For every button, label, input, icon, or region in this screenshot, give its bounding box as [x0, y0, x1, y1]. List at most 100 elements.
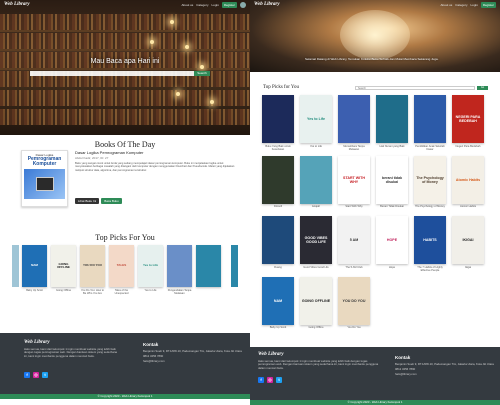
book-cover[interactable]: TALES — [109, 245, 134, 287]
book-card[interactable]: START WITH WHY Start With Why — [338, 155, 370, 212]
book-title[interactable]: Berani Tidak Disukai — [376, 205, 408, 211]
brand-logo[interactable]: Web Library — [254, 2, 280, 7]
instagram-icon[interactable]: ◎ — [33, 372, 39, 378]
nav-category[interactable]: Category — [455, 3, 467, 7]
book-cover[interactable] — [262, 95, 294, 143]
twitter-icon[interactable]: t — [276, 377, 282, 383]
book-cover[interactable]: Atomic Habits — [452, 155, 484, 204]
book-card[interactable]: GOING OFFLINE Going Offline — [51, 245, 76, 295]
nav-about[interactable]: About us — [440, 3, 452, 7]
book-cover[interactable] — [196, 245, 221, 287]
book-card[interactable]: Ruang — [262, 216, 294, 272]
book-cover[interactable]: Yes to Life — [300, 95, 332, 143]
book-card[interactable]: Yes to Life Yes to Life — [300, 95, 332, 151]
search-input[interactable] — [30, 71, 210, 76]
read-book-button[interactable]: Baca Buku — [101, 198, 122, 204]
book-title[interactable]: Memelihara Tanpa Melawan — [338, 145, 370, 151]
book-card[interactable]: YOU DO YOU You Do You — [338, 276, 370, 333]
book-card[interactable]: YOU DO YOU You Do You: How to Be Who You … — [80, 245, 105, 295]
twitter-icon[interactable]: t — [42, 372, 48, 378]
book-cover[interactable]: HOPE — [376, 216, 408, 264]
nav-login[interactable]: Login — [470, 3, 477, 7]
register-button[interactable]: Register — [221, 1, 237, 8]
book-cover[interactable]: The Psychology of Money — [414, 155, 446, 204]
book-card[interactable]: Atomic Habits Atomic Habits — [452, 155, 484, 212]
book-title[interactable]: Hati Nurani yang Baik — [376, 145, 408, 151]
book-title[interactable]: Yes to Life — [138, 289, 163, 292]
contact-email[interactable]: halo@library.com — [395, 372, 495, 376]
book-card[interactable]: NEGERI PARA BEDEBAH Negeri Para Bedebah — [452, 95, 484, 151]
book-cover[interactable] — [338, 95, 370, 143]
book-card[interactable]: NAM Baby Up Scott — [22, 245, 47, 295]
book-card[interactable]: NAM Baby Up Scott — [262, 276, 294, 333]
book-card[interactable]: IKIGAI Ikigai — [452, 216, 484, 272]
book-card[interactable]: HABITS The 7 Habits of Highly Effective P… — [414, 216, 446, 272]
book-title[interactable]: You Do You — [338, 326, 370, 332]
book-card[interactable]: berani tidak disukai Berani Tidak Disukai — [376, 155, 408, 212]
book-title[interactable]: Buku Yang Baik untuk Kesehatan — [262, 145, 294, 151]
book-title[interactable]: Baby Up Scott — [22, 289, 47, 292]
book-title[interactable]: Pendidikan Anak Sekolah Dasar — [414, 145, 446, 151]
book-title[interactable]: Baby Up Scott — [262, 326, 294, 332]
book-title[interactable]: Going Offline — [300, 326, 332, 332]
search-button[interactable]: Go — [477, 86, 488, 90]
book-cover[interactable]: NEGERI PARA BEDEBAH — [452, 95, 484, 143]
avatar[interactable] — [240, 1, 246, 8]
nav-login[interactable]: Login — [211, 3, 218, 7]
facebook-icon[interactable]: f — [258, 377, 264, 383]
book-title[interactable]: Yes to Life — [300, 145, 332, 151]
book-title[interactable]: Jelajah — [300, 205, 332, 211]
book-title[interactable]: Ruang — [262, 266, 294, 272]
book-title[interactable]: You Do You: How to Be Who You Are — [80, 289, 105, 295]
book-cover[interactable]: berani tidak disukai — [376, 155, 408, 204]
book-cover[interactable] — [300, 155, 332, 204]
book-cover[interactable] — [167, 245, 192, 287]
book-card[interactable]: Pendidikan Anak Sekolah Dasar — [414, 95, 446, 151]
book-title[interactable]: Tales of the Unexpected — [109, 289, 134, 295]
instagram-icon[interactable]: ◎ — [267, 377, 273, 383]
book-cover[interactable]: Yes to Life — [138, 245, 163, 287]
book-card[interactable]: Yes to Life Yes to Life — [138, 245, 163, 295]
book-cover[interactable] — [414, 95, 446, 143]
book-card[interactable] — [196, 245, 221, 295]
book-cover[interactable]: GOOD VIBES GOOD LIFE — [300, 216, 332, 264]
book-title[interactable]: Atomic Habits — [452, 205, 484, 211]
book-card[interactable]: TALES Tales of the Unexpected — [109, 245, 134, 295]
nav-category[interactable]: Category — [196, 3, 208, 7]
book-title[interactable]: Hope — [376, 266, 408, 272]
book-title[interactable]: The 5 AM Club — [338, 266, 370, 272]
book-card[interactable]: Filosofi — [262, 155, 294, 212]
book-cover[interactable]: YOU DO YOU — [80, 245, 105, 287]
book-title[interactable]: Pengendalian Tanpa Melawan — [167, 289, 192, 295]
book-card[interactable]: Hati Nurani yang Baik — [376, 95, 408, 151]
book-title[interactable]: Good Vibes Good Life — [300, 266, 332, 272]
facebook-icon[interactable]: f — [24, 372, 30, 378]
brand-logo[interactable]: Web Library — [4, 2, 30, 7]
book-cover[interactable]: NAM — [22, 245, 47, 287]
view-book-button[interactable]: Lihat Buku Ini — [75, 198, 100, 204]
book-card[interactable]: HOPE Hope — [376, 216, 408, 272]
book-card[interactable]: GOOD VIBES GOOD LIFE Good Vibes Good Life — [300, 216, 332, 272]
book-of-the-day-cover[interactable]: Dasar Logika Pemrograman Komputer — [21, 150, 68, 207]
search-input[interactable] — [355, 86, 475, 90]
book-title[interactable]: Start With Why — [338, 205, 370, 211]
book-card[interactable]: Pengendalian Tanpa Melawan — [167, 245, 192, 295]
book-cover[interactable]: 5 AM — [338, 216, 370, 264]
book-cover[interactable]: START WITH WHY — [338, 155, 370, 204]
search-button[interactable]: Search — [194, 71, 210, 76]
book-cover[interactable]: HABITS — [414, 216, 446, 264]
book-card[interactable]: Jelajah — [300, 155, 332, 212]
book-cover[interactable] — [262, 155, 294, 204]
book-title[interactable]: Ikigai — [452, 266, 484, 272]
book-title[interactable]: Going Offline — [51, 289, 76, 292]
book-title[interactable]: Negeri Para Bedebah — [452, 145, 484, 151]
book-card[interactable]: 5 AM The 5 AM Club — [338, 216, 370, 272]
book-cover[interactable] — [376, 95, 408, 143]
book-cover[interactable] — [262, 216, 294, 264]
book-card[interactable]: The Psychology of Money The Psychology of… — [414, 155, 446, 212]
book-title[interactable]: Filosofi — [262, 205, 294, 211]
book-card[interactable]: Memelihara Tanpa Melawan — [338, 95, 370, 151]
book-title[interactable]: The Psychology of Money — [414, 205, 446, 211]
book-cover[interactable]: GOING OFFLINE — [51, 245, 76, 287]
book-card[interactable]: Buku Yang Baik untuk Kesehatan — [262, 95, 294, 151]
